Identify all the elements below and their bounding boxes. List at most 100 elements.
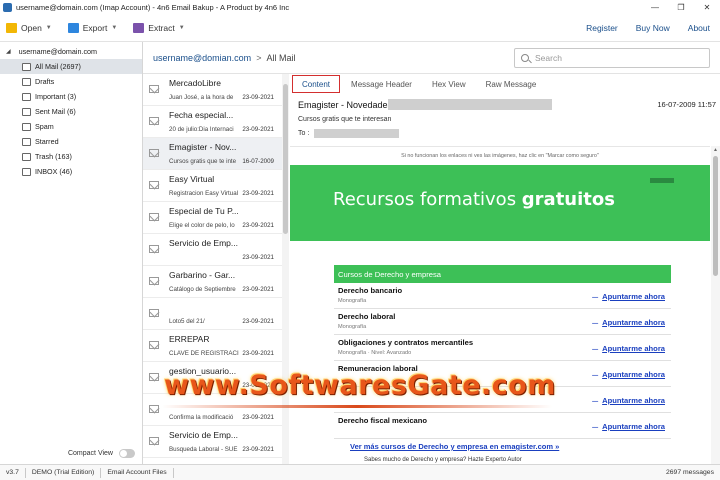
register-button[interactable]: Register bbox=[586, 23, 618, 33]
course-row: Remuneracion laboral Apuntarme ahora bbox=[334, 361, 671, 387]
folder-label: Drafts bbox=[35, 77, 55, 86]
list-item[interactable]: MercadoLibre Juan José, a la hora de 23-09… bbox=[143, 74, 288, 106]
message-list-scrollbar[interactable] bbox=[282, 74, 289, 464]
envelope-icon bbox=[149, 213, 159, 221]
course-row: Derecho laboral Monografía Apuntarme ahora bbox=[334, 309, 671, 335]
sidebar-item-sent-mail[interactable]: Sent Mail (6) bbox=[0, 104, 142, 119]
extract-label: Extract bbox=[148, 22, 175, 33]
sidebar-item-trash[interactable]: Trash (163) bbox=[0, 149, 142, 164]
email-date: 16-07-2009 11:57 bbox=[657, 100, 716, 109]
message-date: 23-09-2021 bbox=[242, 446, 274, 453]
open-label: Open bbox=[21, 22, 42, 33]
folder-icon bbox=[22, 77, 31, 86]
list-item[interactable]: Servicio de Emp... 23-09-2021 bbox=[143, 234, 288, 266]
list-item[interactable]: Confirma la modificació 23-09-2021 bbox=[143, 394, 288, 426]
chevron-down-icon: ▼ bbox=[111, 24, 118, 31]
list-item[interactable]: Fecha especial... 20 de julio:Dia Interna… bbox=[143, 106, 288, 138]
export-button[interactable]: Export ▼ bbox=[67, 22, 118, 33]
scrollbar-thumb[interactable] bbox=[283, 84, 288, 234]
message-snippet: Juan José, a la hora de bbox=[169, 94, 234, 101]
envelope-icon bbox=[149, 117, 159, 125]
export-label: Export bbox=[82, 22, 108, 33]
message-date: 23-09-2021 bbox=[242, 126, 274, 133]
account-node[interactable]: ◢ username@domain.com bbox=[0, 44, 142, 59]
tab-hex-view[interactable]: Hex View bbox=[423, 75, 475, 93]
list-item[interactable]: ERREPAR CLAVE DE REGISTRACIO 23-09-2021 bbox=[143, 330, 288, 362]
folder-label: Sent Mail (6) bbox=[35, 107, 76, 116]
folder-icon bbox=[22, 152, 31, 161]
about-button[interactable]: About bbox=[688, 23, 710, 33]
envelope-icon bbox=[149, 277, 159, 285]
folder-label: All Mail (2697) bbox=[35, 62, 81, 71]
course-section-header: Cursos de Derecho y empresa bbox=[334, 265, 671, 283]
sidebar-item-inbox[interactable]: INBOX (46) bbox=[0, 164, 142, 179]
course-category: Monografía bbox=[338, 324, 367, 330]
message-snippet: Catálogo de Septiembre bbox=[169, 286, 236, 293]
app-icon bbox=[3, 2, 12, 12]
enroll-link[interactable]: Apuntarme ahora bbox=[592, 370, 665, 379]
message-snippet: Busqueda Laboral - SUE bbox=[169, 446, 238, 453]
message-viewer: Content Message Header Hex View Raw Mess… bbox=[290, 74, 720, 464]
envelope-icon bbox=[149, 373, 159, 381]
compact-view-control: Compact View bbox=[0, 442, 143, 464]
folder-open-icon bbox=[6, 22, 17, 33]
enroll-link[interactable]: Apuntarme ahora bbox=[592, 396, 665, 405]
enroll-link[interactable]: Apuntarme ahora bbox=[592, 318, 665, 327]
chevron-down-icon: ▼ bbox=[45, 24, 52, 31]
sidebar-item-all-mail[interactable]: All Mail (2697) bbox=[0, 59, 142, 74]
enroll-link[interactable]: Apuntarme ahora bbox=[592, 292, 665, 301]
email-body-scrollbar[interactable]: ▲ bbox=[711, 146, 720, 464]
maximize-icon[interactable]: ❐ bbox=[668, 0, 694, 14]
sidebar-item-spam[interactable]: Spam bbox=[0, 119, 142, 134]
buy-now-button[interactable]: Buy Now bbox=[636, 23, 670, 33]
more-courses-link[interactable]: Ver más cursos de Derecho y empresa en e… bbox=[350, 442, 559, 451]
tab-content[interactable]: Content bbox=[292, 75, 341, 93]
list-item[interactable]: Loto5 del 21/23-09-2021 bbox=[143, 298, 288, 330]
open-button[interactable]: Open ▼ bbox=[6, 22, 52, 33]
enroll-link[interactable]: Apuntarme ahora bbox=[592, 344, 665, 353]
course-category: Monografía · Nivel: Avanzado bbox=[338, 350, 412, 356]
search-input[interactable]: Search bbox=[514, 48, 710, 68]
scrollbar-thumb[interactable] bbox=[713, 156, 718, 276]
list-item[interactable]: Emagister - Nov... Cursos gratis que te i… bbox=[143, 138, 288, 170]
account-label: username@domain.com bbox=[18, 47, 98, 56]
message-from: Garbarino - Gar... bbox=[169, 270, 236, 280]
expand-triangle-icon[interactable]: ◢ bbox=[6, 48, 11, 55]
redacted-recipient bbox=[314, 129, 399, 138]
course-name: Obligaciones y contratos mercantiles bbox=[338, 338, 474, 347]
folder-label: Spam bbox=[35, 122, 54, 131]
message-snippet: Cursos gratis que te inte bbox=[169, 158, 237, 165]
hero-title-normal: Recursos formativos bbox=[333, 189, 522, 210]
course-row: Derecho fiscal mexicano Apuntarme ahora bbox=[334, 413, 671, 439]
minimize-icon[interactable]: — bbox=[642, 0, 668, 14]
message-date: 23-09-2021 bbox=[242, 190, 274, 197]
course-row: Derecho bancario Monografía Apuntarme ahor… bbox=[334, 283, 671, 309]
course-name: Remuneracion laboral bbox=[338, 364, 418, 373]
message-date: 23-09-2021 bbox=[242, 414, 274, 421]
list-item[interactable]: Especial de Tu P... Elige el color de pel… bbox=[143, 202, 288, 234]
message-snippet: Registracion Easy Virtual bbox=[169, 190, 239, 197]
list-item[interactable]: Garbarino - Gar... Catálogo de Septiembre… bbox=[143, 266, 288, 298]
breadcrumb-account[interactable]: username@domian.com bbox=[153, 53, 251, 63]
sidebar-item-starred[interactable]: Starred bbox=[0, 134, 142, 149]
extract-button[interactable]: Extract ▼ bbox=[133, 22, 185, 33]
compact-view-toggle[interactable] bbox=[119, 448, 135, 458]
window-title: username@domain.com (Imap Account) - 4n6… bbox=[16, 2, 290, 12]
breadcrumb: username@domian.com > All Mail Search bbox=[143, 42, 720, 74]
scroll-up-icon[interactable]: ▲ bbox=[713, 147, 718, 153]
folder-sidebar: ◢ username@domain.com All Mail (2697) Dr… bbox=[0, 42, 143, 464]
list-item[interactable]: Servicio de Emp... Busqueda Laboral - SUE… bbox=[143, 426, 288, 458]
sidebar-item-drafts[interactable]: Drafts bbox=[0, 74, 142, 89]
message-snippet: Loto5 del 21/ bbox=[169, 318, 205, 325]
enroll-link[interactable]: Apuntarme ahora bbox=[592, 422, 665, 431]
folder-icon bbox=[22, 122, 31, 131]
message-from: Easy Virtual bbox=[169, 174, 215, 184]
close-icon[interactable]: ✕ bbox=[694, 0, 720, 14]
tab-message-header[interactable]: Message Header bbox=[342, 75, 421, 93]
sidebar-item-important[interactable]: Important (3) bbox=[0, 89, 142, 104]
tab-raw-message[interactable]: Raw Message bbox=[477, 75, 546, 93]
list-item[interactable]: Easy Virtual Registracion Easy Virtual 23-… bbox=[143, 170, 288, 202]
list-item[interactable]: gestion_usuario... 23-09-2021 bbox=[143, 362, 288, 394]
folder-label: Trash (163) bbox=[35, 152, 72, 161]
message-date: 23-09-2021 bbox=[242, 254, 274, 261]
